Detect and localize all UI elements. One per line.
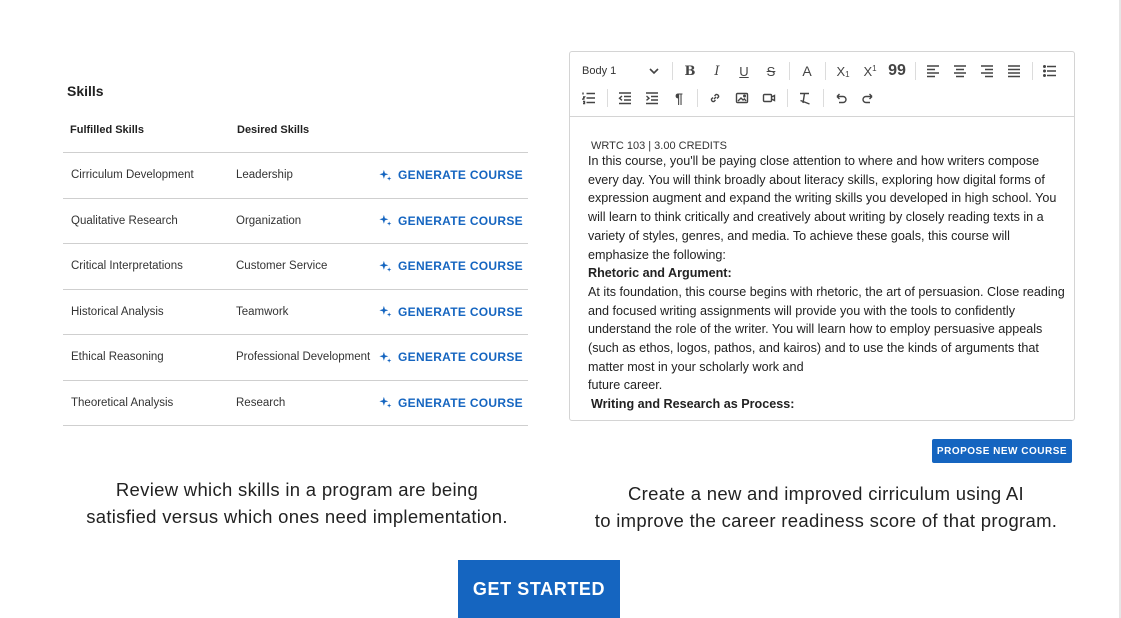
sparkle-icon [379,169,392,181]
table-row: Qualitative Research Organization GENERA… [63,197,528,244]
generate-course-label: GENERATE COURSE [398,395,523,410]
course-intro: In this course, you'll be paying close a… [588,154,1057,262]
sparkle-icon [379,260,392,272]
video-icon[interactable] [758,87,780,109]
sparkle-icon [379,306,392,318]
toolbar-divider [697,89,698,107]
skills-title: Skills [67,83,104,99]
numbered-list-icon[interactable] [578,87,600,109]
generate-course-button[interactable]: GENERATE COURSE [379,168,523,182]
justify-icon[interactable] [1003,60,1025,82]
sparkle-icon [379,215,392,227]
redo-icon[interactable] [857,87,879,109]
fulfilled-skill: Qualitative Research [71,214,178,227]
generate-course-button[interactable]: GENERATE COURSE [379,259,523,273]
desired-skill: Professional Development [236,351,371,364]
fulfilled-skill: Theoretical Analysis [71,396,174,409]
clear-format-icon[interactable] [794,87,816,109]
indent-icon[interactable] [641,87,663,109]
propose-new-course-button[interactable]: PROPOSE NEW COURSE [932,439,1072,463]
table-row: Critical Interpretations Customer Servic… [63,243,528,289]
fulfilled-skill: Ethical Reasoning [71,351,164,364]
fulfilled-skill: Historical Analysis [71,305,164,318]
desired-skills-header: Desired Skills [237,124,310,136]
generate-course-button[interactable]: GENERATE COURSE [379,305,523,319]
underline-icon[interactable]: U [733,60,755,82]
italic-icon[interactable]: I [706,60,728,82]
toolbar-divider [1032,62,1033,80]
section-heading: Writing and Research as Process: [591,397,795,412]
undo-icon[interactable] [830,87,852,109]
skills-caption: Review which skills in a program are bei… [60,476,534,530]
text-style-dropdown[interactable]: Body 1 [582,65,660,77]
generate-course-label: GENERATE COURSE [398,259,523,274]
align-center-icon[interactable] [949,60,971,82]
bold-icon[interactable]: B [679,60,701,82]
desired-skill: Organization [236,214,302,227]
generate-course-button[interactable]: GENERATE COURSE [379,214,523,228]
rich-text-editor: Body 1 B I U S A X1 X1 99 ¶ WRTC 103 | 3… [569,51,1075,421]
align-right-icon[interactable] [976,60,998,82]
get-started-button[interactable]: GET STARTED [458,560,620,618]
toolbar-divider [787,89,788,107]
sparkle-icon [379,351,392,363]
fulfilled-skill: Cirriculum Development [71,169,194,182]
desired-skill: Leadership [236,169,293,182]
subscript-icon[interactable]: X1 [832,60,854,82]
course-meta: WRTC 103 | 3.00 CREDITS [591,140,727,152]
caption-line: to improve the career readiness score of… [594,510,1058,531]
generate-course-label: GENERATE COURSE [398,350,523,365]
fulfilled-skills-header: Fulfilled Skills [70,124,144,136]
desired-skill: Customer Service [236,260,328,273]
quote-icon[interactable]: 99 [886,60,908,82]
desired-skill: Teamwork [236,305,289,318]
generate-course-label: GENERATE COURSE [398,213,523,228]
caption-line: Create a new and improved cirriculum usi… [627,483,1024,504]
fulfilled-skill: Critical Interpretations [71,260,183,273]
link-icon[interactable] [704,87,726,109]
paragraph-icon[interactable]: ¶ [668,87,690,109]
section-body: At its foundation, this course begins wi… [588,284,1065,374]
strikethrough-icon[interactable]: S [760,60,782,82]
table-row: Ethical Reasoning Professional Developme… [63,334,528,380]
table-row: Cirriculum Development Leadership GENERA… [63,152,528,198]
toolbar-divider [915,62,916,80]
font-color-icon[interactable]: A [796,60,818,82]
image-icon[interactable] [731,87,753,109]
table-row: Theoretical Analysis Research GENERATE C… [63,379,528,426]
toolbar-divider [672,62,673,80]
toolbar-divider [823,89,824,107]
toolbar-divider [607,89,608,107]
caption-line: satisfied versus which ones need impleme… [86,506,508,527]
bullet-list-icon[interactable] [1039,60,1061,82]
toolbar-divider [825,62,826,80]
outdent-icon[interactable] [614,87,636,109]
table-row: Historical Analysis Teamwork GENERATE CO… [63,288,528,335]
generate-course-button[interactable]: GENERATE COURSE [379,396,523,410]
align-left-icon[interactable] [922,60,944,82]
sparkle-icon [379,397,392,409]
curriculum-caption: Create a new and improved cirriculum usi… [570,480,1082,534]
superscript-icon[interactable]: X1 [859,60,881,82]
editor-toolbar: Body 1 B I U S A X1 X1 99 ¶ [570,52,1074,117]
caption-line: Review which skills in a program are bei… [115,479,479,500]
generate-course-label: GENERATE COURSE [398,304,523,319]
toolbar-divider [789,62,790,80]
desired-skill: Research [236,396,286,409]
editor-content[interactable]: WRTC 103 | 3.00 CREDITS In this course, … [588,140,1068,414]
section-heading: Rhetoric and Argument: [588,266,732,281]
skills-table: Cirriculum Development Leadership GENERA… [63,152,528,426]
chevron-down-icon [649,68,659,75]
generate-course-button[interactable]: GENERATE COURSE [379,350,523,364]
section-body-end: future career. [588,378,663,393]
text-style-value: Body 1 [582,65,617,77]
generate-course-label: GENERATE COURSE [398,168,523,183]
